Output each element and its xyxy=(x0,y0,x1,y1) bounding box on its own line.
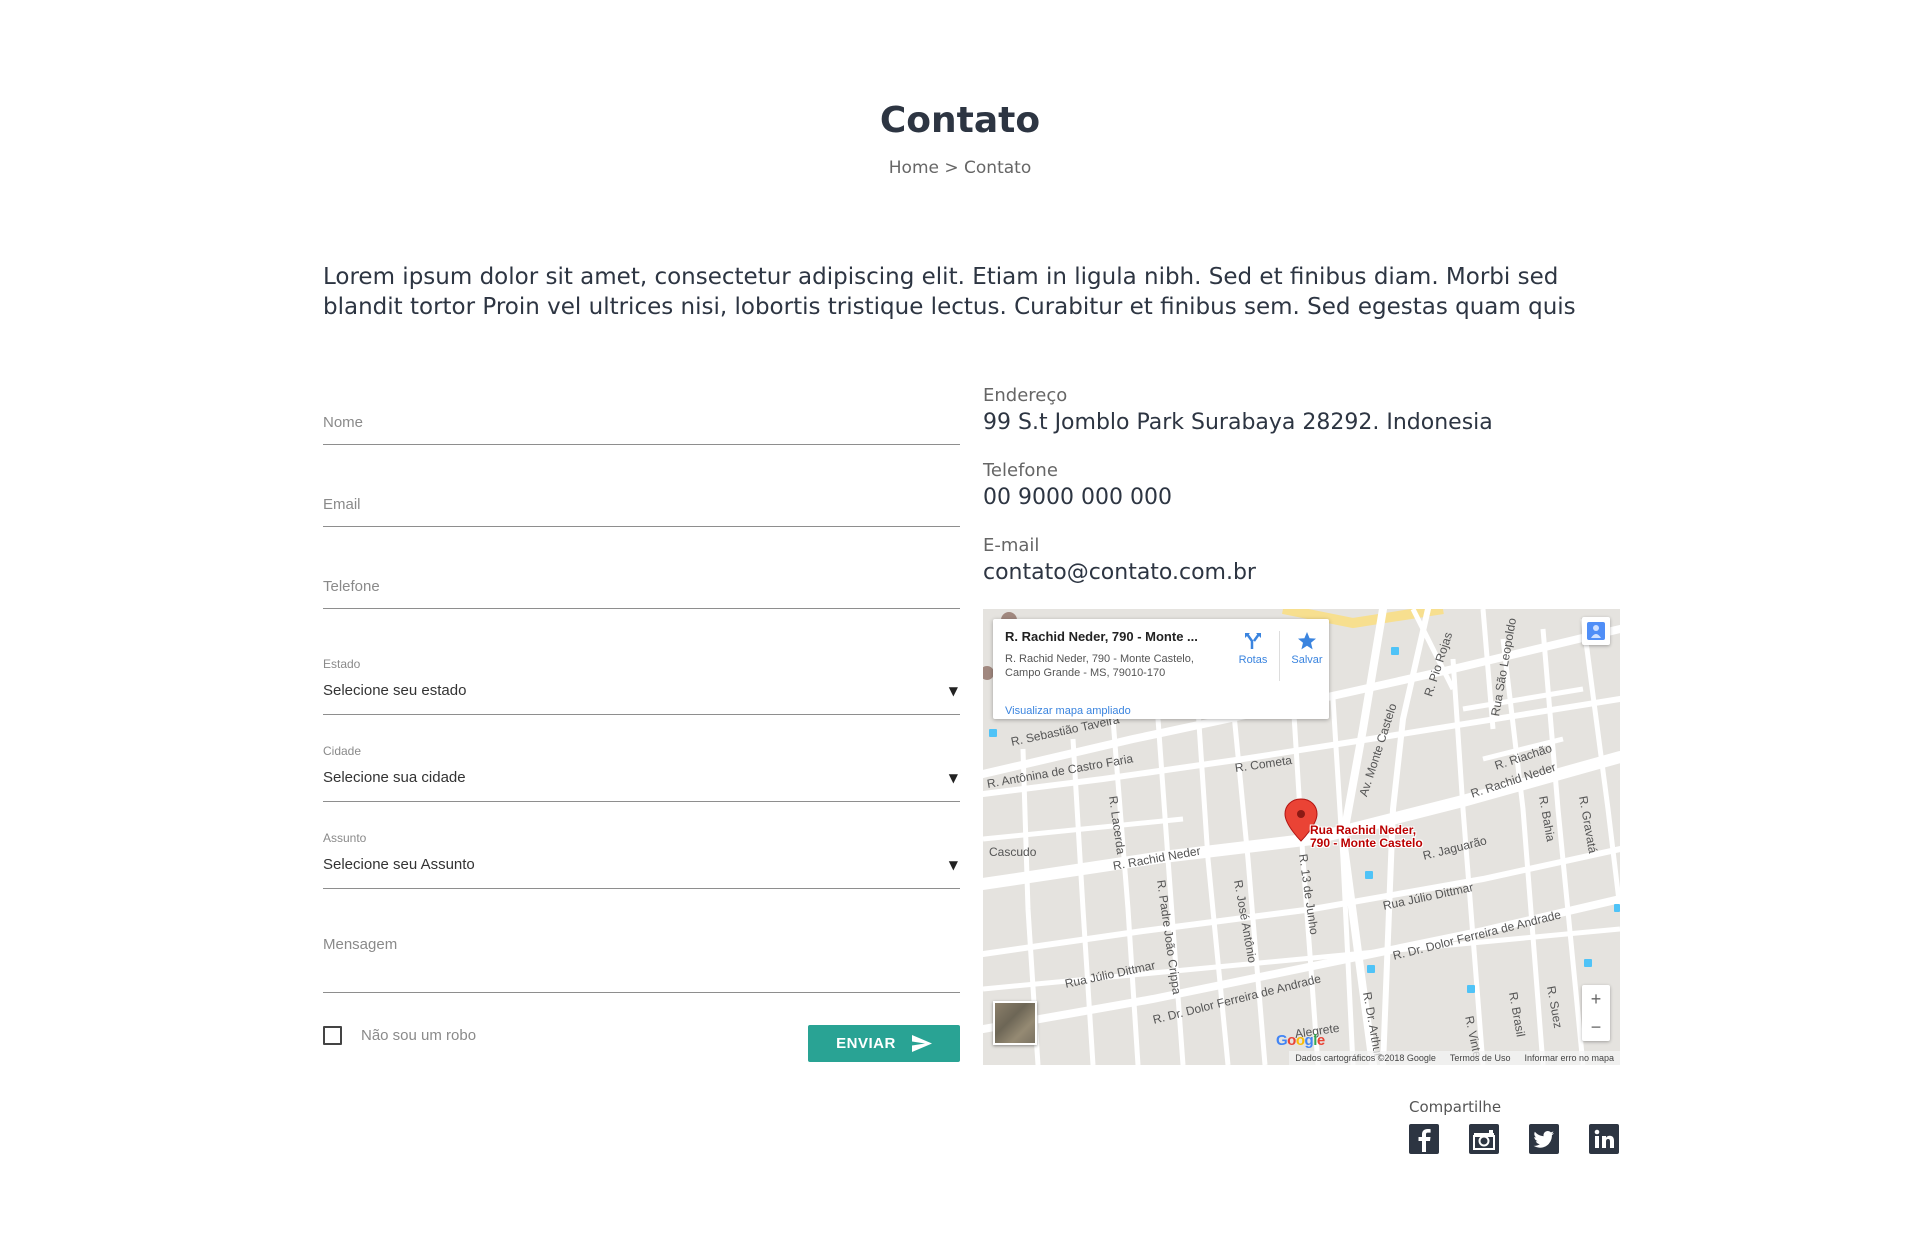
phone-field[interactable]: Telefone xyxy=(323,544,960,609)
map-pin-label: Rua Rachid Neder, 790 - Monte Castelo xyxy=(1310,824,1423,850)
twitter-icon[interactable] xyxy=(1529,1124,1559,1154)
street-label: Cascudo xyxy=(989,845,1037,859)
map-info-window: R. Rachid Neder, 790 - Monte ... R. Rach… xyxy=(993,619,1329,719)
terms-link[interactable]: Termos de Uso xyxy=(1450,1053,1511,1063)
chevron-down-icon: ▼ xyxy=(948,684,958,698)
subject-value: Selecione seu Assunto xyxy=(323,856,475,873)
star-icon xyxy=(1298,632,1316,650)
share-label: Compartilhe xyxy=(1409,1098,1502,1116)
city-value: Selecione sua cidade xyxy=(323,769,466,786)
email-value[interactable]: contato@contato.com.br xyxy=(983,560,1256,585)
breadcrumb[interactable]: Home > Contato xyxy=(0,158,1920,178)
phone-placeholder: Telefone xyxy=(323,578,380,595)
satellite-toggle[interactable] xyxy=(993,1001,1037,1045)
address-label: Endereço xyxy=(983,385,1068,406)
checkbox-icon[interactable] xyxy=(323,1026,342,1045)
not-robot-checkbox[interactable]: Não sou um robo xyxy=(323,1026,476,1045)
not-robot-label: Não sou um robo xyxy=(361,1027,477,1044)
info-window-address: R. Rachid Neder, 790 - Monte Castelo, Ca… xyxy=(1005,652,1215,680)
state-select[interactable]: Estado Selecione seu estado ▼ xyxy=(323,657,960,715)
save-label: Salvar xyxy=(1291,654,1323,666)
intro-text: Lorem ipsum dolor sit amet, consectetur … xyxy=(323,264,1576,320)
subject-select[interactable]: Assunto Selecione seu Assunto ▼ xyxy=(323,831,960,889)
zoom-in-button[interactable]: + xyxy=(1582,985,1610,1013)
send-button[interactable]: ENVIAR xyxy=(808,1025,960,1062)
page-title: Contato xyxy=(879,100,1041,141)
phone-value: 00 9000 000 000 xyxy=(983,485,1172,510)
info-address-line2: Campo Grande - MS, 79010-170 xyxy=(1005,667,1166,679)
state-label: Estado xyxy=(323,657,361,671)
info-window-divider xyxy=(1279,631,1280,681)
phone-label: Telefone xyxy=(983,460,1058,481)
map-footer: Dados cartográficos ©2018 Google Termos … xyxy=(1289,1051,1620,1065)
message-field[interactable]: Mensagem xyxy=(323,918,960,993)
street-view-pegman-icon[interactable] xyxy=(1582,617,1610,645)
chevron-down-icon: ▼ xyxy=(948,858,958,872)
facebook-icon[interactable] xyxy=(1409,1124,1439,1154)
directions-icon xyxy=(1245,633,1261,649)
pin-label-line2: 790 - Monte Castelo xyxy=(1310,836,1423,850)
zoom-control: + − xyxy=(1582,985,1610,1041)
subject-label: Assunto xyxy=(323,831,367,845)
map[interactable]: R. Sebastião Taveira R. Antônina de Cast… xyxy=(983,609,1620,1065)
google-logo: Google xyxy=(1276,1032,1325,1049)
info-window-title: R. Rachid Neder, 790 - Monte ... xyxy=(1005,629,1198,644)
directions-button[interactable]: Rotas xyxy=(1233,631,1273,666)
save-place-button[interactable]: Salvar xyxy=(1287,631,1327,666)
zoom-out-button[interactable]: − xyxy=(1582,1013,1610,1041)
email-placeholder: Email xyxy=(323,496,361,513)
info-address-line1: R. Rachid Neder, 790 - Monte Castelo, xyxy=(1005,653,1194,665)
larger-map-link[interactable]: Visualizar mapa ampliado xyxy=(1005,705,1131,717)
address-value: 99 S.t Jomblo Park Surabaya 28292. Indon… xyxy=(983,410,1493,435)
linkedin-icon[interactable] xyxy=(1589,1124,1619,1154)
report-error-link[interactable]: Informar erro no mapa xyxy=(1524,1053,1614,1063)
share-icons xyxy=(1409,1124,1619,1154)
send-icon xyxy=(911,1035,932,1052)
send-button-label: ENVIAR xyxy=(836,1035,896,1052)
city-select[interactable]: Cidade Selecione sua cidade ▼ xyxy=(323,744,960,802)
state-value: Selecione seu estado xyxy=(323,682,467,699)
directions-label: Rotas xyxy=(1238,654,1268,666)
map-data-credit: Dados cartográficos ©2018 Google xyxy=(1295,1053,1436,1063)
city-label: Cidade xyxy=(323,744,362,758)
instagram-icon[interactable] xyxy=(1469,1124,1499,1154)
email-field[interactable]: Email xyxy=(323,462,960,527)
email-label: E-mail xyxy=(983,535,1040,556)
message-placeholder: Mensagem xyxy=(323,936,398,953)
name-field[interactable]: Nome xyxy=(323,380,960,445)
chevron-down-icon: ▼ xyxy=(948,771,958,785)
name-placeholder: Nome xyxy=(323,414,364,431)
